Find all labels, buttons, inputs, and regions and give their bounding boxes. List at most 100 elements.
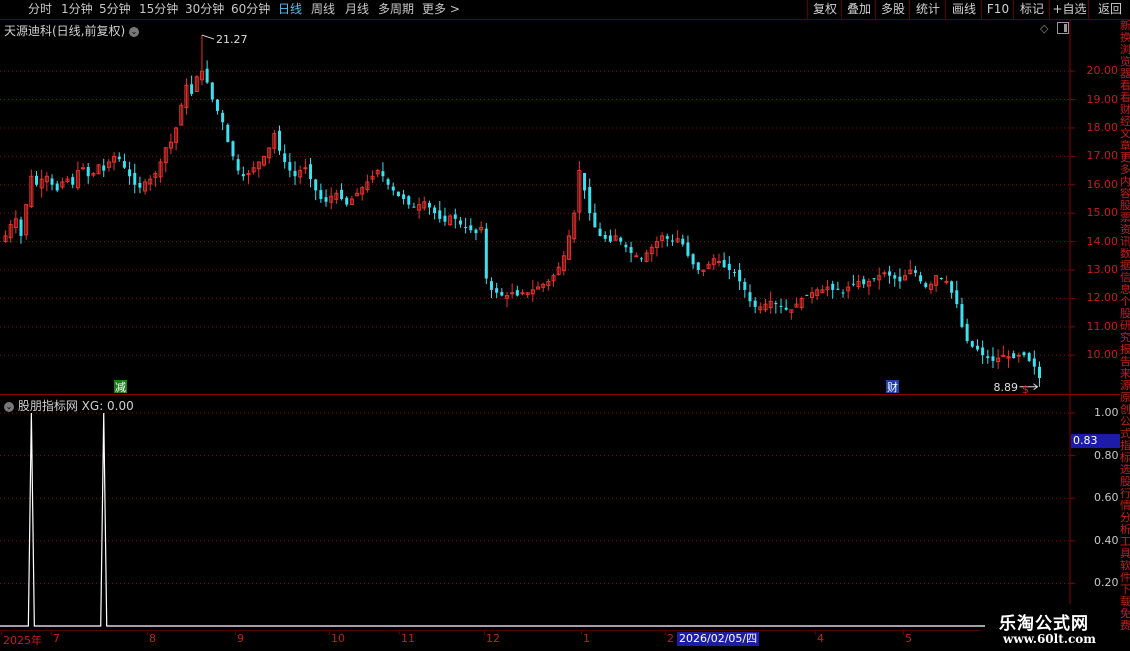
candle: [991, 347, 995, 369]
candle: [768, 291, 773, 314]
candle: [774, 300, 778, 314]
side-info-glyph: 股: [1120, 476, 1130, 488]
candle: [39, 169, 44, 198]
chevron-down-icon[interactable]: ⌄: [4, 401, 14, 412]
candle-body: [919, 275, 923, 282]
period-tab-5[interactable]: 60分钟: [231, 1, 270, 18]
toolbar-button-4[interactable]: 画线: [945, 0, 982, 19]
candle: [375, 168, 380, 178]
candle: [841, 289, 845, 298]
side-info-glyph: 章: [1120, 140, 1130, 152]
period-tab-6[interactable]: 日线: [278, 1, 302, 18]
candle: [412, 202, 416, 208]
candle: [851, 274, 855, 287]
period-tab-8[interactable]: 月线: [345, 1, 369, 18]
candle-body: [391, 186, 395, 191]
diamond-icon[interactable]: ◇: [1040, 22, 1048, 35]
candle: [530, 280, 535, 302]
candle-body: [841, 292, 845, 294]
candle-body: [965, 323, 969, 342]
period-tab-4[interactable]: 30分钟: [185, 1, 224, 18]
period-tab-3[interactable]: 15分钟: [139, 1, 178, 18]
indicator-name: 股朋指标网: [17, 399, 78, 413]
candle: [293, 161, 297, 186]
candle: [179, 102, 184, 126]
candle: [324, 189, 328, 207]
period-tab-10[interactable]: 更多 >: [422, 1, 460, 18]
period-tab-1[interactable]: 1分钟: [61, 1, 93, 18]
candle-body: [738, 269, 742, 282]
main-panel-title: 天源迪科(日线,前复权) ⌄: [4, 22, 140, 39]
candle: [805, 294, 809, 296]
side-info-glyph: 股: [1120, 200, 1130, 212]
candle-body: [386, 179, 390, 185]
candle: [660, 232, 665, 248]
candle: [422, 196, 427, 211]
candle-body: [319, 190, 323, 199]
toolbar-button-1[interactable]: 叠加: [841, 0, 876, 19]
toolbar-button-8[interactable]: 返回: [1088, 0, 1130, 19]
candle: [820, 284, 825, 294]
period-tab-7[interactable]: 周线: [311, 1, 335, 18]
price-tick-label: 12.00: [1086, 291, 1119, 305]
side-info-glyph: 研: [1120, 320, 1130, 332]
right-info-strip: 新换浏览器看看财经文章更多内容股票资讯数据信息个股研究报告来源原创公式指标选股行…: [1120, 20, 1130, 632]
candle-body: [831, 283, 835, 290]
candle: [716, 253, 721, 267]
window-toggle-icon[interactable]: [1057, 22, 1069, 34]
candle-body: [128, 169, 132, 177]
side-info-glyph: 容: [1120, 188, 1130, 200]
side-info-glyph: 载: [1120, 596, 1130, 608]
candle-body: [474, 229, 478, 234]
candle-body: [939, 277, 943, 279]
candle-body: [727, 263, 731, 270]
candle-body: [1022, 352, 1026, 356]
candle: [360, 185, 365, 201]
candle-body: [748, 292, 752, 302]
indicator-tick-label: 0.20: [1094, 576, 1119, 590]
candle: [381, 162, 385, 182]
candle-body: [345, 197, 349, 205]
toolbar-button-5[interactable]: F10: [981, 0, 1014, 19]
date-tick: [665, 631, 666, 635]
candle: [210, 82, 214, 103]
price-tick-label: 17.00: [1086, 149, 1119, 163]
candle-body: [975, 345, 979, 350]
toolbar-button-7[interactable]: +自选: [1049, 0, 1089, 19]
candle: [340, 183, 344, 201]
period-tab-9[interactable]: 多周期: [378, 1, 414, 18]
side-info-glyph: 股: [1120, 308, 1130, 320]
indicator-chart[interactable]: [0, 395, 1120, 630]
toolbar-button-0[interactable]: 复权: [807, 0, 842, 19]
candle: [825, 280, 830, 297]
candle: [148, 175, 153, 191]
candle-body: [133, 172, 137, 185]
side-info-glyph: 个: [1120, 296, 1130, 308]
candle-body: [686, 242, 690, 256]
candle-body: [407, 196, 411, 205]
period-tab-2[interactable]: 5分钟: [99, 1, 131, 18]
chevron-down-icon[interactable]: ⌄: [129, 26, 140, 37]
side-info-glyph: 文: [1120, 128, 1130, 140]
candle: [106, 158, 111, 172]
candle-body: [340, 189, 344, 199]
candle: [779, 298, 783, 314]
candle-body: [438, 210, 442, 219]
side-info-glyph: 式: [1120, 428, 1130, 440]
period-tab-0[interactable]: 分时: [28, 1, 52, 18]
candle-body: [732, 271, 736, 273]
candle-body: [851, 283, 855, 285]
candle-body: [278, 130, 282, 151]
candle: [438, 201, 442, 223]
price-chart[interactable]: 21.27 8.89 减 财 $: [0, 20, 1120, 395]
toolbar-button-3[interactable]: 统计: [909, 0, 946, 19]
date-label: 4: [817, 632, 824, 645]
candle-body: [484, 228, 488, 279]
candle-body: [1012, 353, 1016, 359]
indicator-tick-label: 0.40: [1094, 533, 1119, 547]
date-label: 10: [331, 632, 345, 645]
candle-body: [722, 260, 726, 268]
toolbar-button-2[interactable]: 多股: [875, 0, 910, 19]
candle: [96, 163, 101, 175]
toolbar-button-6[interactable]: 标记: [1013, 0, 1050, 19]
